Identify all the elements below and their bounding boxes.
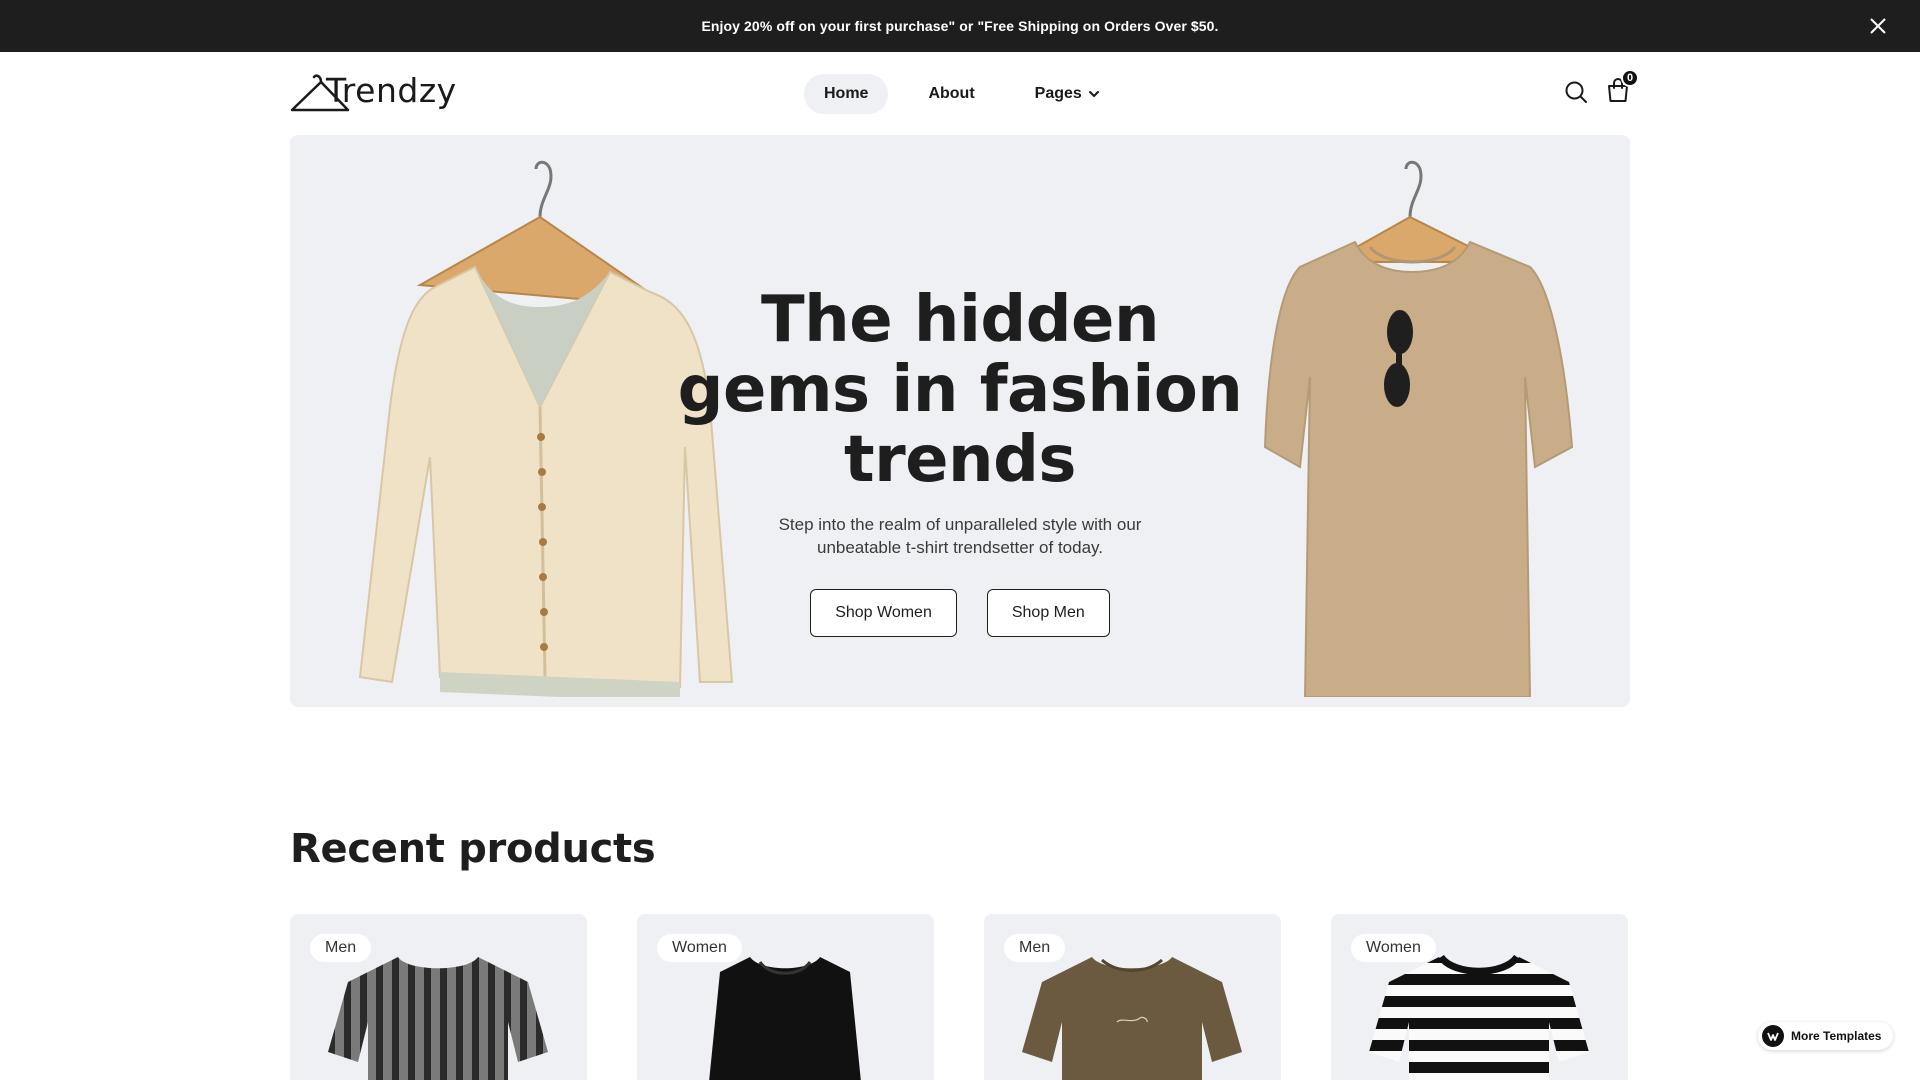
logo-text: Trendzy: [326, 71, 457, 110]
hero-buttons: Shop Women Shop Men: [660, 589, 1260, 637]
product-card[interactable]: Women: [637, 914, 934, 1080]
hero-banner: The hidden gems in fashion trends Step i…: [290, 135, 1630, 707]
nav-pages[interactable]: Pages: [1015, 74, 1120, 114]
chevron-down-icon: [1088, 91, 1099, 97]
search-button[interactable]: [1564, 80, 1588, 106]
nav-about[interactable]: About: [908, 74, 994, 114]
product-card[interactable]: Men: [290, 914, 587, 1080]
nav-about-label: About: [928, 85, 975, 102]
striped-shirt-image: [328, 957, 548, 1080]
more-templates-badge[interactable]: More Templates: [1758, 1022, 1894, 1050]
product-card[interactable]: Men: [984, 914, 1281, 1080]
product-grid: Men Women Men Women: [290, 914, 1630, 1080]
hero-title: The hidden gems in fashion trends: [677, 283, 1243, 497]
cart-button[interactable]: 0: [1606, 69, 1639, 103]
tshirt-image: [1263, 160, 1574, 697]
site-header: Trendzy Home About Pages 0: [290, 52, 1639, 134]
shop-men-button[interactable]: Shop Men: [986, 589, 1110, 637]
striped-tshirt-image: [1369, 954, 1589, 1080]
recent-products-title: Recent products: [290, 826, 656, 872]
cart-count-badge: 0: [1621, 69, 1639, 87]
black-cardigan-image: [709, 957, 861, 1080]
nav-pages-label: Pages: [1034, 85, 1082, 102]
more-templates-label: More Templates: [1791, 1029, 1882, 1043]
nav-home-label: Home: [824, 85, 869, 102]
announcement-text: Enjoy 20% off on your first purchase" or…: [701, 18, 1219, 34]
hero-content: The hidden gems in fashion trends Step i…: [660, 285, 1260, 637]
brown-tshirt-image: [1022, 957, 1242, 1080]
hero-subtitle: Step into the realm of unparalleled styl…: [778, 515, 1142, 557]
brand-icon: [1762, 1025, 1784, 1047]
header-actions: 0: [1564, 69, 1639, 106]
product-card[interactable]: Women: [1331, 914, 1628, 1080]
shop-women-button[interactable]: Shop Women: [810, 589, 957, 637]
search-icon: [1565, 81, 1587, 103]
close-icon[interactable]: [1866, 14, 1890, 38]
nav-home[interactable]: Home: [804, 74, 889, 114]
announcement-bar: Enjoy 20% off on your first purchase" or…: [0, 0, 1920, 52]
main-nav: Home About Pages: [804, 74, 1120, 114]
